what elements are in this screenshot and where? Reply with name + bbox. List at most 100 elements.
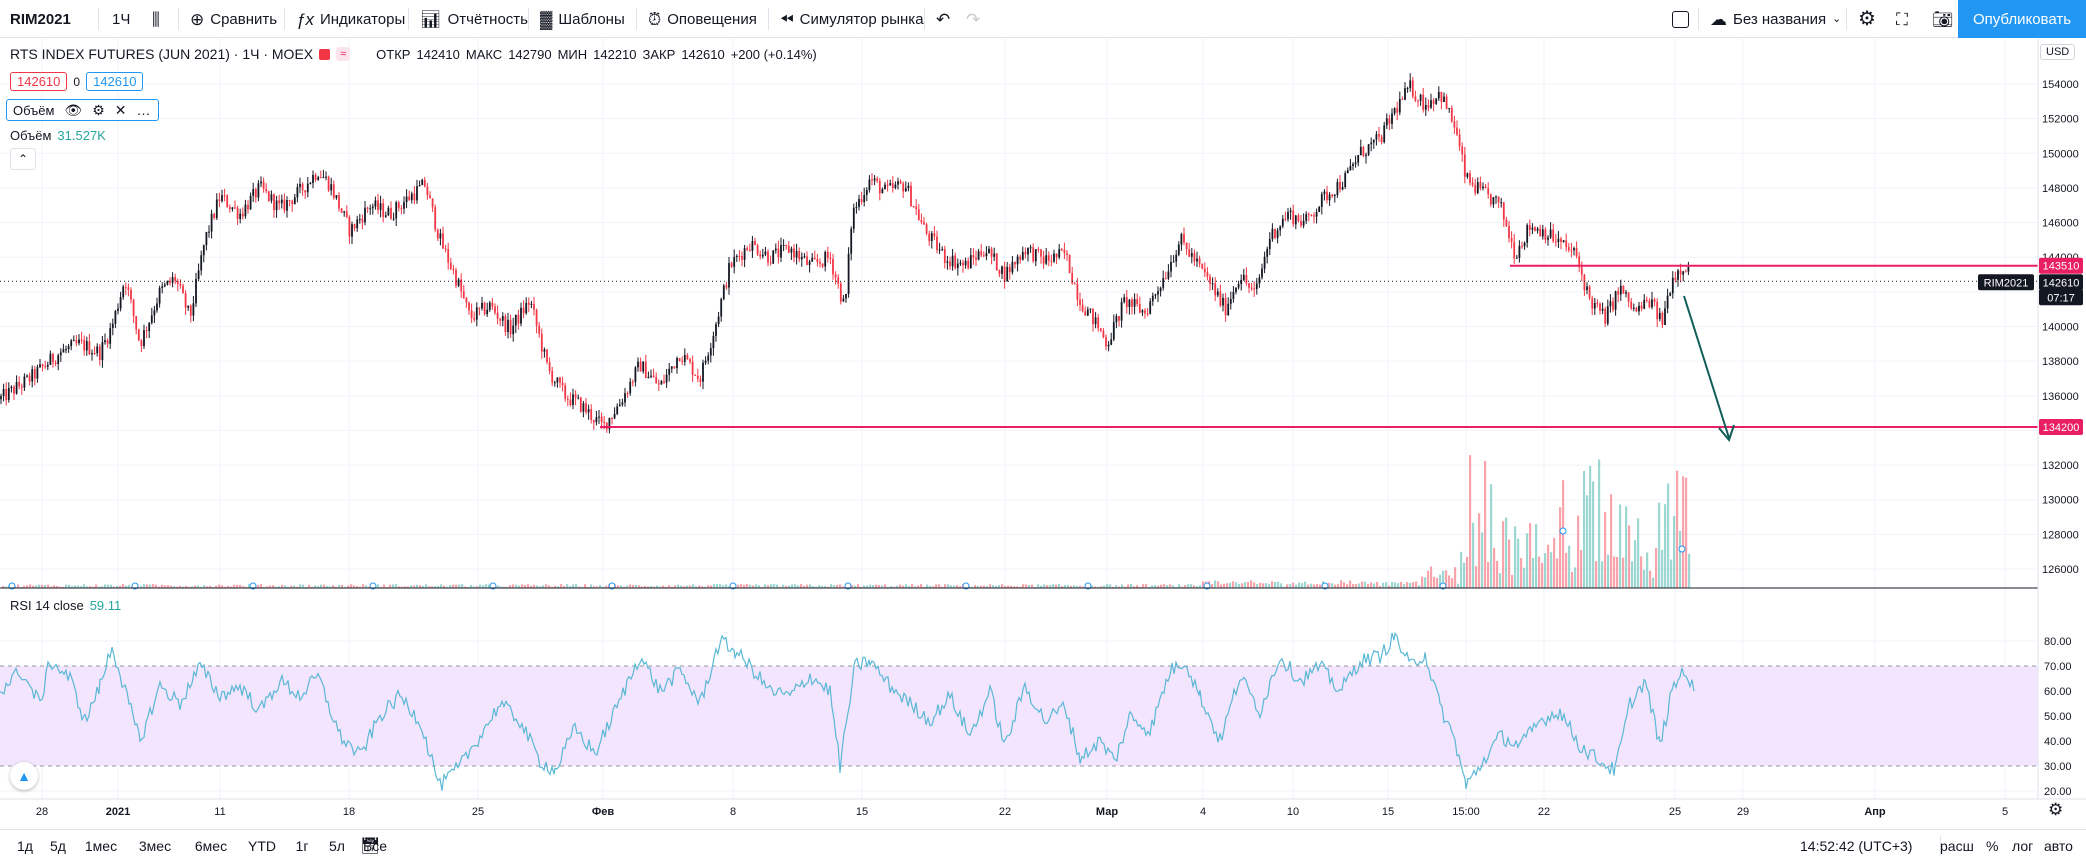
candle-body bbox=[1440, 91, 1443, 103]
close-icon[interactable]: ✕ bbox=[115, 102, 127, 119]
compare-button[interactable]: ⊕ Сравнить bbox=[182, 0, 285, 38]
candle-body bbox=[1367, 144, 1370, 155]
volume-legend-box[interactable]: Объём 👁︎ ⚙︎ ✕ … bbox=[6, 99, 159, 121]
candle-body bbox=[41, 364, 44, 367]
buy-button[interactable]: 142610 bbox=[86, 72, 144, 91]
clock-button[interactable]: 14:52:42 (UTC+3) bbox=[1800, 830, 1912, 860]
candle-body bbox=[1289, 210, 1292, 213]
tradingview-logo[interactable]: ▲ bbox=[10, 762, 38, 790]
candle-body bbox=[1136, 299, 1139, 305]
candle-body bbox=[1424, 105, 1427, 110]
range-button-4[interactable]: 6мес bbox=[182, 838, 240, 854]
interval-button[interactable]: 1Ч bbox=[104, 0, 138, 38]
candle-body bbox=[1357, 155, 1360, 163]
range-button-0[interactable]: 1д bbox=[8, 838, 42, 854]
candle-body bbox=[200, 255, 203, 271]
reports-button[interactable]: 📊︎ Отчётность bbox=[412, 0, 536, 38]
candle-body bbox=[421, 179, 424, 186]
snapshot-button[interactable]: 📷︎ bbox=[1924, 0, 1962, 38]
volume-bar bbox=[1412, 582, 1415, 588]
candle-body bbox=[678, 358, 681, 361]
candle-body bbox=[1032, 247, 1035, 262]
candle-body bbox=[980, 251, 983, 256]
range-button-1[interactable]: 5д bbox=[42, 838, 74, 854]
templates-button[interactable]: ▓ Шаблоны bbox=[532, 0, 633, 38]
redo-button[interactable]: ↷ bbox=[958, 0, 988, 38]
candle-body bbox=[535, 309, 538, 326]
chart-canvas[interactable]: 1540001520001500001480001460001440001420… bbox=[0, 39, 2086, 829]
candle-body bbox=[478, 307, 481, 309]
scale-log-button[interactable]: лог bbox=[2012, 830, 2033, 860]
layout-name-button[interactable]: ☁︎ Без названия ⌄ bbox=[1702, 0, 1849, 38]
eye-icon[interactable]: 👁︎ bbox=[64, 102, 82, 119]
candle-body bbox=[286, 200, 288, 211]
scale-percent-button[interactable]: % bbox=[1986, 830, 1998, 860]
candle-body bbox=[621, 402, 624, 405]
range-button-2[interactable]: 1мес bbox=[74, 838, 128, 854]
candle-body bbox=[1029, 247, 1032, 249]
layout-toggle-button[interactable] bbox=[1664, 0, 1697, 38]
candle-body bbox=[288, 200, 291, 202]
scale-fit-button[interactable]: расш bbox=[1940, 830, 1974, 860]
date-range-button[interactable]: 📅︎ bbox=[360, 830, 380, 860]
candle-body bbox=[358, 218, 361, 220]
collapse-legend-button[interactable]: ⌃ bbox=[10, 148, 36, 170]
range-button-5[interactable]: YTD bbox=[240, 838, 284, 854]
symbol-search-button[interactable]: RIM2021 bbox=[2, 0, 79, 38]
volume-bar bbox=[461, 584, 464, 588]
volume-bar bbox=[1271, 581, 1274, 588]
volume-bar bbox=[1682, 476, 1685, 588]
indicators-button[interactable]: ƒx Индикаторы bbox=[288, 0, 413, 38]
candle-body bbox=[1570, 250, 1573, 252]
volume-bar bbox=[773, 584, 776, 588]
candle-body bbox=[80, 339, 83, 341]
settings-button[interactable]: ⚙︎ bbox=[1850, 0, 1884, 38]
candle-body bbox=[1536, 228, 1539, 231]
volume-bar bbox=[1490, 484, 1493, 588]
candle-body bbox=[153, 310, 156, 316]
range-button-3[interactable]: 3мес bbox=[128, 838, 182, 854]
undo-button[interactable]: ↶ bbox=[928, 0, 958, 38]
sell-button[interactable]: 142610 bbox=[10, 72, 68, 91]
candle-body bbox=[720, 299, 723, 317]
volume-bar bbox=[1190, 584, 1193, 588]
volume-bar bbox=[47, 584, 50, 588]
candle-body bbox=[696, 375, 699, 379]
candle-body bbox=[1651, 299, 1653, 308]
gear-icon[interactable]: ⚙︎ bbox=[92, 102, 105, 119]
candle-body bbox=[1216, 291, 1219, 296]
currency-label[interactable]: USD bbox=[2040, 44, 2076, 60]
publish-button[interactable]: Опубликовать bbox=[1958, 0, 2086, 38]
candle-body bbox=[364, 207, 366, 223]
chart-style-button[interactable]: ⫼ bbox=[144, 0, 168, 38]
alerts-button[interactable]: ⏰︎ Оповещения bbox=[640, 0, 765, 38]
candle-body bbox=[923, 222, 925, 225]
candle-body bbox=[754, 240, 756, 246]
candle-body bbox=[686, 355, 689, 360]
candle-body bbox=[1336, 181, 1339, 195]
candle-body bbox=[109, 328, 112, 344]
volume-bar bbox=[1655, 547, 1658, 588]
volume-bar bbox=[1025, 584, 1028, 588]
candle-body bbox=[1261, 268, 1263, 278]
volume-bar bbox=[1454, 567, 1457, 588]
replay-button[interactable]: ⏪︎ Симулятор рынка bbox=[772, 0, 932, 38]
candle-body bbox=[1489, 194, 1492, 205]
range-button-7[interactable]: 5л bbox=[320, 838, 354, 854]
volume-bar bbox=[713, 584, 716, 588]
candle-body bbox=[223, 195, 226, 197]
more-icon[interactable]: … bbox=[137, 102, 152, 118]
candle-body bbox=[1619, 285, 1622, 295]
range-button-6[interactable]: 1г bbox=[284, 838, 320, 854]
candle-body bbox=[1042, 256, 1045, 264]
volume-bar bbox=[1604, 511, 1607, 588]
time-axis-settings-button[interactable]: ⚙︎ bbox=[2048, 800, 2063, 820]
scale-auto-button[interactable]: авто bbox=[2044, 830, 2073, 860]
fullscreen-button[interactable]: ⛶ bbox=[1888, 0, 1916, 38]
volume-bar bbox=[1658, 502, 1661, 588]
candle-body bbox=[860, 199, 863, 203]
candle-body bbox=[174, 277, 177, 281]
volume-bar bbox=[1337, 584, 1340, 588]
volume-bar bbox=[1145, 584, 1148, 588]
candle-body bbox=[483, 302, 486, 315]
